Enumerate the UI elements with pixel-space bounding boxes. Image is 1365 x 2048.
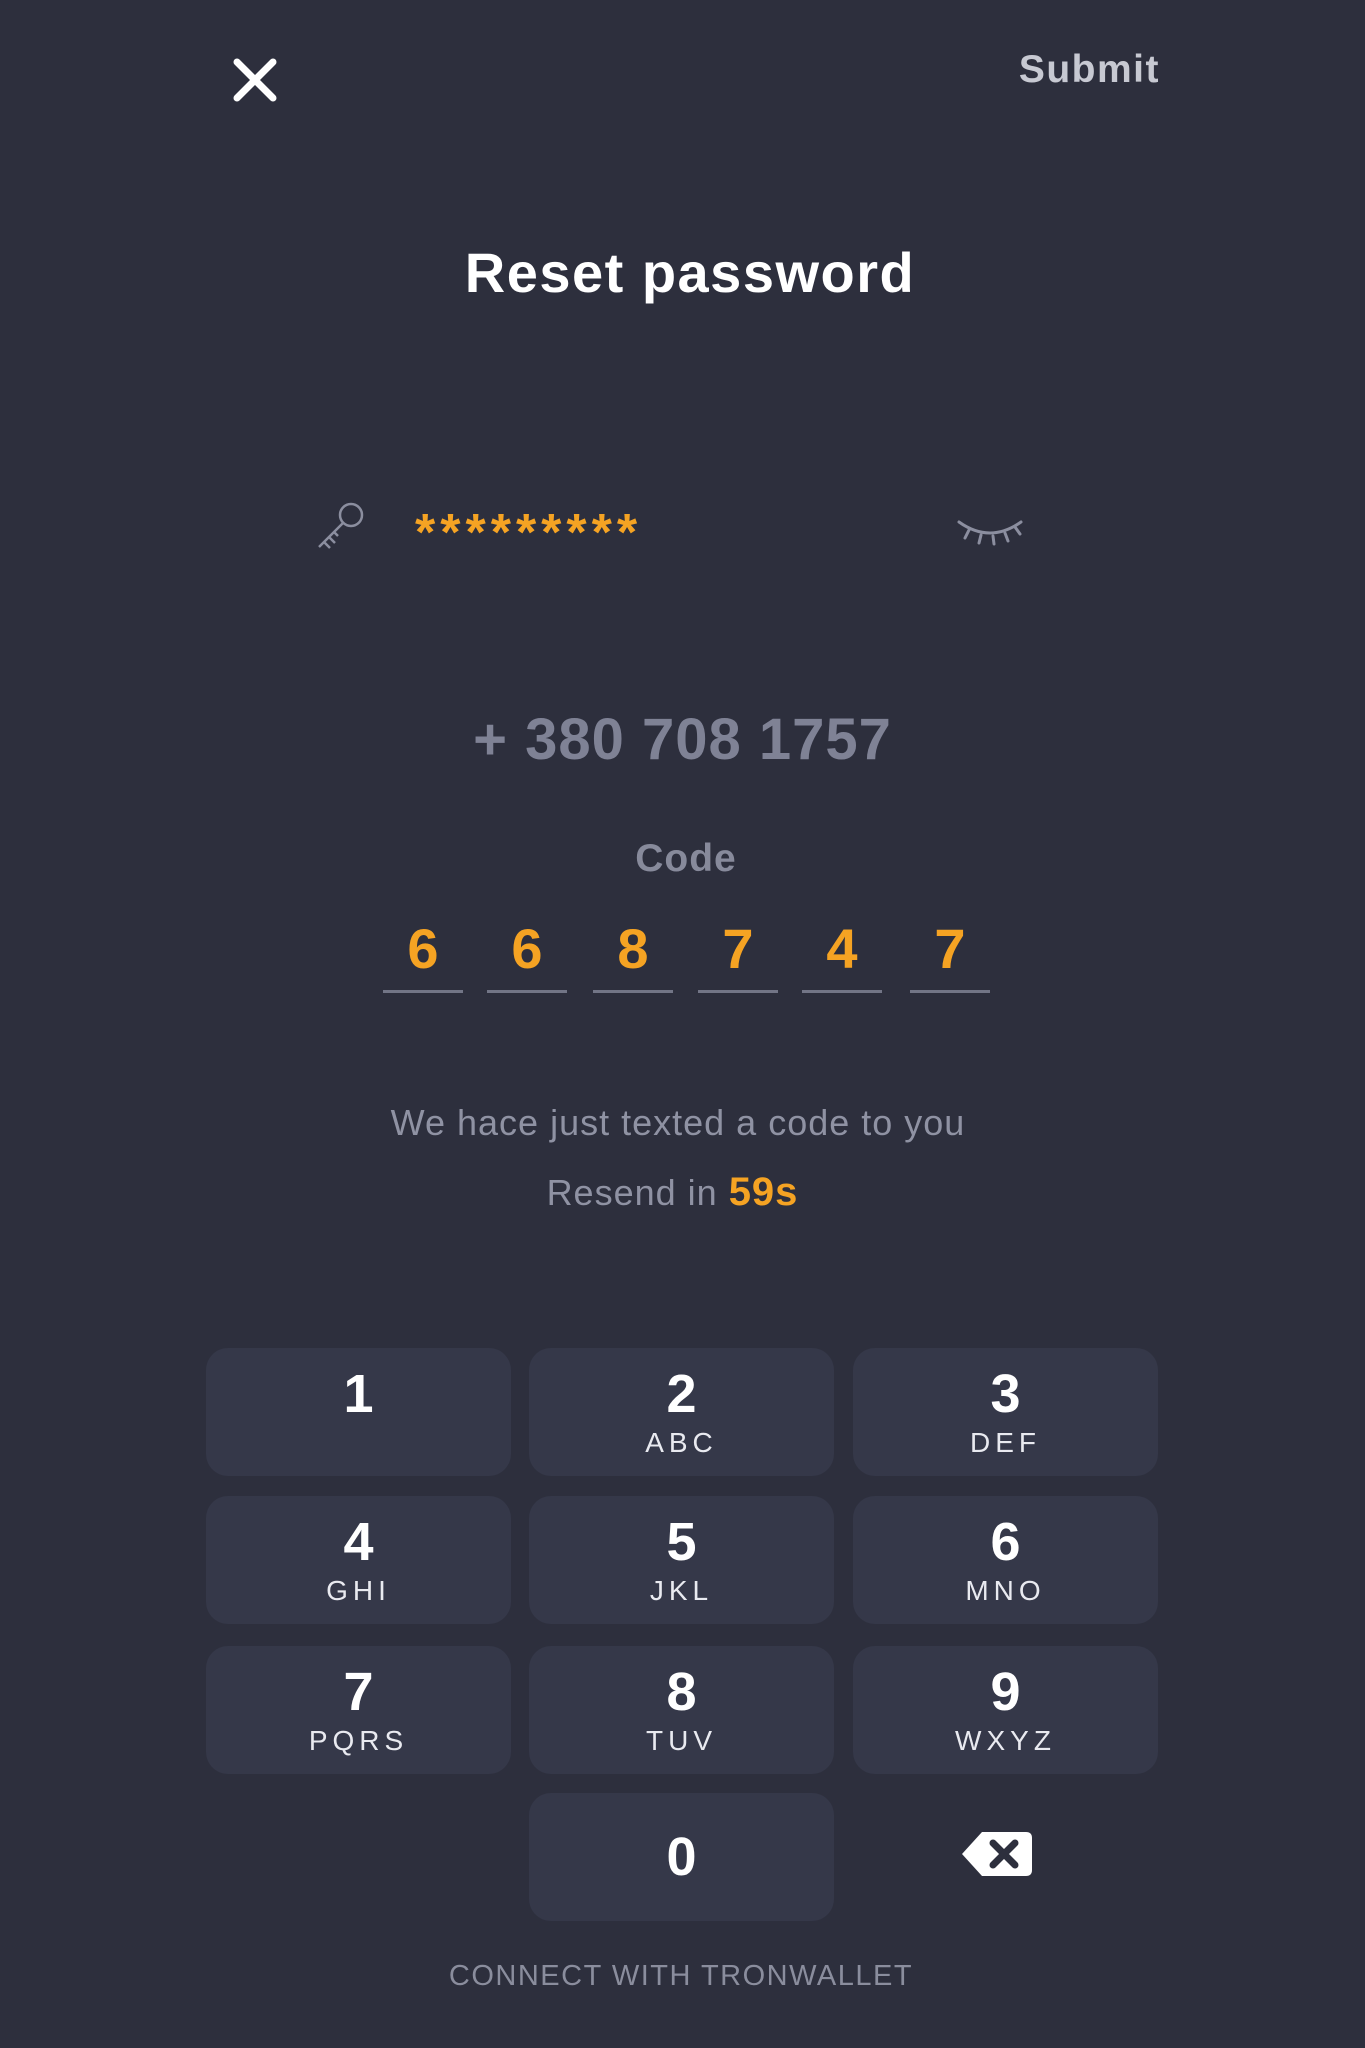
sms-sent-message: We hace just texted a code to you xyxy=(390,1102,966,1143)
key-number: 9 xyxy=(990,1662,1021,1722)
key-letters: TUV xyxy=(646,1725,717,1756)
key-letters: ABC xyxy=(645,1427,718,1458)
keypad-key-5[interactable]: 5 JKL xyxy=(529,1496,834,1624)
keypad-key-9[interactable]: 9 WXYZ xyxy=(853,1646,1158,1774)
key-number: 5 xyxy=(666,1512,697,1572)
code-digit[interactable]: 7 xyxy=(698,912,778,993)
code-digit[interactable]: 8 xyxy=(593,912,673,993)
key-letters: MNO xyxy=(965,1575,1046,1606)
key-number: 2 xyxy=(666,1364,697,1424)
backspace-icon xyxy=(962,1832,1032,1876)
key-letters: JKL xyxy=(649,1575,714,1606)
code-digit[interactable]: 7 xyxy=(910,912,990,993)
keypad-key-3[interactable]: 3 DEF xyxy=(853,1348,1158,1476)
key-letters: PQRS xyxy=(308,1725,409,1756)
keypad-key-1[interactable]: 1 xyxy=(206,1348,511,1476)
backspace-button[interactable] xyxy=(960,1828,1034,1880)
key-number: 6 xyxy=(990,1512,1021,1572)
key-letters: DEF xyxy=(970,1427,1041,1458)
resend-countdown: Resend in 59s xyxy=(0,1170,1345,1215)
code-digit[interactable]: 4 xyxy=(802,912,882,993)
close-icon xyxy=(233,58,277,102)
keypad-key-7[interactable]: 7 PQRS xyxy=(206,1646,511,1774)
phone-number: + 380 708 1757 xyxy=(473,707,892,772)
key-letters: WXYZ xyxy=(955,1725,1056,1756)
closed-eye-icon[interactable] xyxy=(955,510,1025,550)
keypad-key-4[interactable]: 4 GHI xyxy=(206,1496,511,1624)
key-letters: GHI xyxy=(326,1575,391,1606)
resend-label: Resend in xyxy=(546,1172,718,1213)
resend-timer: 59s xyxy=(728,1170,799,1214)
key-number: 4 xyxy=(343,1512,374,1572)
key-number: 8 xyxy=(666,1662,697,1722)
key-number: 0 xyxy=(666,1827,697,1887)
key-number: 7 xyxy=(343,1662,374,1722)
key-number: 3 xyxy=(990,1364,1021,1424)
code-digit[interactable]: 6 xyxy=(383,912,463,993)
code-digit[interactable]: 6 xyxy=(487,912,567,993)
keypad-key-8[interactable]: 8 TUV xyxy=(529,1646,834,1774)
key-icon xyxy=(315,500,367,552)
submit-button[interactable]: Submit xyxy=(960,48,1160,98)
page-title: Reset password xyxy=(464,241,916,304)
password-input[interactable]: ********* xyxy=(415,503,815,563)
code-label: Code xyxy=(635,837,737,880)
close-button[interactable] xyxy=(225,50,285,110)
connect-tronwallet-link[interactable]: CONNECT WITH TRONWALLET xyxy=(0,1960,1362,1993)
keypad-key-6[interactable]: 6 MNO xyxy=(853,1496,1158,1624)
keypad-key-0[interactable]: 0 xyxy=(529,1793,834,1921)
key-number: 1 xyxy=(343,1364,374,1424)
keypad-key-2[interactable]: 2 ABC xyxy=(529,1348,834,1476)
